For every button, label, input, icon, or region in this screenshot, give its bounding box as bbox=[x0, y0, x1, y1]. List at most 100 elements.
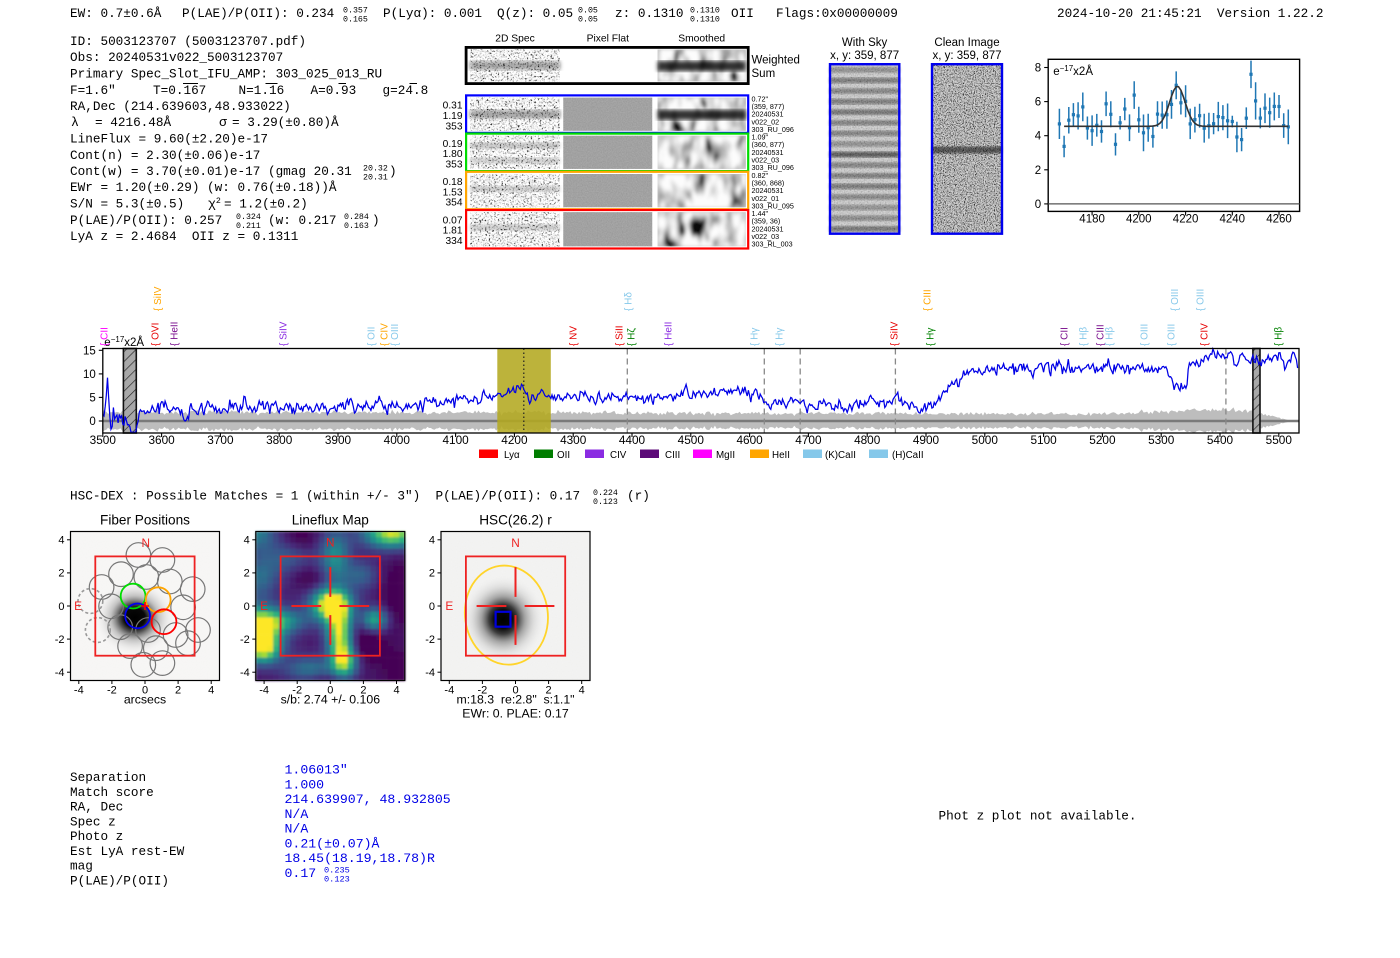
svg-text:m:18.3 re:2.8" s:1.1": m:18.3 re:2.8" s:1.1" bbox=[456, 693, 574, 707]
svg-text:1.06013": 1.06013" bbox=[285, 763, 348, 778]
svg-text:-4: -4 bbox=[425, 667, 435, 679]
svg-text:E: E bbox=[445, 599, 453, 613]
svg-text:-2: -2 bbox=[55, 634, 65, 646]
svg-text:-4: -4 bbox=[55, 667, 65, 679]
svg-text:(H)CaII: (H)CaII bbox=[892, 450, 924, 461]
svg-text:-4: -4 bbox=[240, 667, 250, 679]
svg-text:4: 4 bbox=[393, 685, 399, 697]
svg-text:8: 8 bbox=[1035, 63, 1041, 75]
svg-text:0.05: 0.05 bbox=[578, 6, 598, 15]
svg-text:With Sky: With Sky bbox=[842, 37, 888, 49]
svg-text:LineFlux = 9.60(±2.20)e-17: LineFlux = 9.60(±2.20)e-17 bbox=[70, 132, 268, 147]
svg-text:5100: 5100 bbox=[1030, 433, 1057, 447]
svg-text:N: N bbox=[326, 535, 335, 549]
svg-text:4: 4 bbox=[429, 535, 435, 547]
svg-text:5000: 5000 bbox=[972, 433, 999, 447]
svg-text:N/A: N/A bbox=[285, 807, 309, 822]
svg-text:353: 353 bbox=[446, 160, 463, 171]
svg-text:OII: OII bbox=[557, 450, 570, 461]
svg-text:0.284: 0.284 bbox=[344, 213, 369, 222]
svg-text:e−17x2Å: e−17x2Å bbox=[1053, 64, 1093, 78]
svg-text:0.123: 0.123 bbox=[324, 874, 350, 884]
svg-text:N/A: N/A bbox=[285, 822, 309, 837]
svg-text:E: E bbox=[74, 599, 82, 613]
svg-text:g=24.8: g=24.8 bbox=[383, 83, 429, 98]
svg-text:F=1.6": F=1.6" bbox=[70, 83, 116, 98]
svg-text:): ) bbox=[372, 213, 380, 228]
svg-text:0.123: 0.123 bbox=[593, 498, 618, 507]
svg-text:{ OIII: { OIII bbox=[1167, 324, 1178, 346]
svg-text:{ Hβ: { Hβ bbox=[1105, 327, 1116, 346]
svg-text:0: 0 bbox=[244, 601, 250, 613]
svg-text:Est LyA rest-EW: Est LyA rest-EW bbox=[70, 844, 185, 859]
svg-text:): ) bbox=[389, 164, 397, 179]
svg-text:= 4216.48Å: = 4216.48Å bbox=[95, 115, 172, 130]
svg-text:RA, Dec: RA, Dec bbox=[70, 800, 123, 815]
svg-text:-2: -2 bbox=[107, 685, 117, 697]
svg-text:4300: 4300 bbox=[560, 433, 587, 447]
svg-text:-2: -2 bbox=[425, 634, 435, 646]
svg-text:4: 4 bbox=[579, 685, 585, 697]
svg-text:P(LAE)/P(OII): P(LAE)/P(OII) bbox=[70, 873, 169, 888]
svg-text:LyA z = 2.4684 OII z = 0.1311: LyA z = 2.4684 OII z = 0.1311 bbox=[70, 229, 298, 244]
svg-text:0.17: 0.17 bbox=[285, 866, 317, 881]
svg-text:HeII: HeII bbox=[772, 450, 790, 461]
svg-text:{ Hγ: { Hγ bbox=[775, 328, 786, 346]
svg-text:{ SiII: { SiII bbox=[615, 325, 626, 346]
svg-text:{ Hβ: { Hβ bbox=[1274, 327, 1285, 346]
svg-text:0: 0 bbox=[89, 416, 95, 428]
svg-text:3600: 3600 bbox=[148, 433, 175, 447]
svg-text:0: 0 bbox=[429, 601, 435, 613]
svg-text:3700: 3700 bbox=[207, 433, 234, 447]
svg-text:0.05: 0.05 bbox=[578, 15, 598, 24]
svg-text:= 3.29(±0.80)Å: = 3.29(±0.80)Å bbox=[232, 115, 339, 130]
svg-text:303_RL_003: 303_RL_003 bbox=[752, 240, 793, 249]
svg-text:σ: σ bbox=[219, 115, 227, 130]
svg-text:0: 0 bbox=[1035, 199, 1041, 211]
svg-text:15: 15 bbox=[83, 346, 96, 358]
svg-text:Q(z): 0.05: Q(z): 0.05 bbox=[497, 6, 573, 21]
svg-text:353: 353 bbox=[446, 121, 463, 132]
svg-text:arcsecs: arcsecs bbox=[124, 693, 166, 707]
svg-text:0.1310: 0.1310 bbox=[690, 6, 720, 15]
svg-text:Spec z: Spec z bbox=[70, 814, 116, 829]
svg-text:5: 5 bbox=[89, 393, 95, 405]
svg-text:3500: 3500 bbox=[90, 433, 117, 447]
svg-text:s/b: 2.74 +/- 0.106: s/b: 2.74 +/- 0.106 bbox=[281, 693, 381, 707]
svg-text:4200: 4200 bbox=[501, 433, 528, 447]
svg-text:4180: 4180 bbox=[1079, 214, 1105, 226]
svg-text:RA,Dec (214.639603,48.933022): RA,Dec (214.639603,48.933022) bbox=[70, 99, 291, 114]
svg-text:2: 2 bbox=[58, 568, 64, 580]
svg-text:N: N bbox=[511, 536, 520, 550]
svg-text:mag: mag bbox=[70, 859, 93, 874]
svg-text:{ OVI: { OVI bbox=[151, 323, 162, 346]
svg-text:(w: 0.217: (w: 0.217 bbox=[268, 213, 337, 228]
svg-text:Phot z plot not available.: Phot z plot not available. bbox=[939, 809, 1137, 824]
svg-text:EWr: 0. PLAE: 0.17: EWr: 0. PLAE: 0.17 bbox=[462, 707, 569, 721]
svg-text:4900: 4900 bbox=[913, 433, 940, 447]
svg-text:0.357: 0.357 bbox=[343, 6, 368, 15]
svg-text:4000: 4000 bbox=[384, 433, 411, 447]
svg-text:0.21(±0.07)Å: 0.21(±0.07)Å bbox=[285, 836, 380, 851]
svg-text:A=0.93: A=0.93 bbox=[311, 83, 357, 98]
svg-text:0.163: 0.163 bbox=[344, 222, 369, 231]
svg-text:354: 354 bbox=[446, 198, 463, 209]
svg-text:MgII: MgII bbox=[716, 450, 735, 461]
svg-text:Cont(w) = 3.70(±0.01)e-17 (gma: Cont(w) = 3.70(±0.01)e-17 (gmag 20.31 bbox=[70, 164, 352, 179]
svg-text:2: 2 bbox=[175, 685, 181, 697]
svg-text:{ HeII: { HeII bbox=[664, 322, 675, 346]
svg-text:T=0.167: T=0.167 bbox=[153, 83, 206, 98]
svg-text:2: 2 bbox=[244, 568, 250, 580]
svg-text:4500: 4500 bbox=[678, 433, 705, 447]
svg-text:P(LAE)/P(OII): 0.257: P(LAE)/P(OII): 0.257 bbox=[70, 213, 222, 228]
svg-text:20.31: 20.31 bbox=[363, 173, 388, 182]
svg-text:(r): (r) bbox=[627, 489, 650, 504]
svg-text:4240: 4240 bbox=[1220, 214, 1246, 226]
svg-text:N: N bbox=[142, 536, 151, 550]
svg-text:Fiber Positions: Fiber Positions bbox=[100, 513, 190, 528]
svg-text:4100: 4100 bbox=[442, 433, 469, 447]
svg-text:Separation: Separation bbox=[70, 770, 146, 785]
svg-text:{ Hβ: { Hβ bbox=[1079, 327, 1090, 346]
svg-text:E: E bbox=[260, 599, 268, 613]
svg-text:S/N = 5.3(±0.5): S/N = 5.3(±0.5) bbox=[70, 197, 184, 212]
